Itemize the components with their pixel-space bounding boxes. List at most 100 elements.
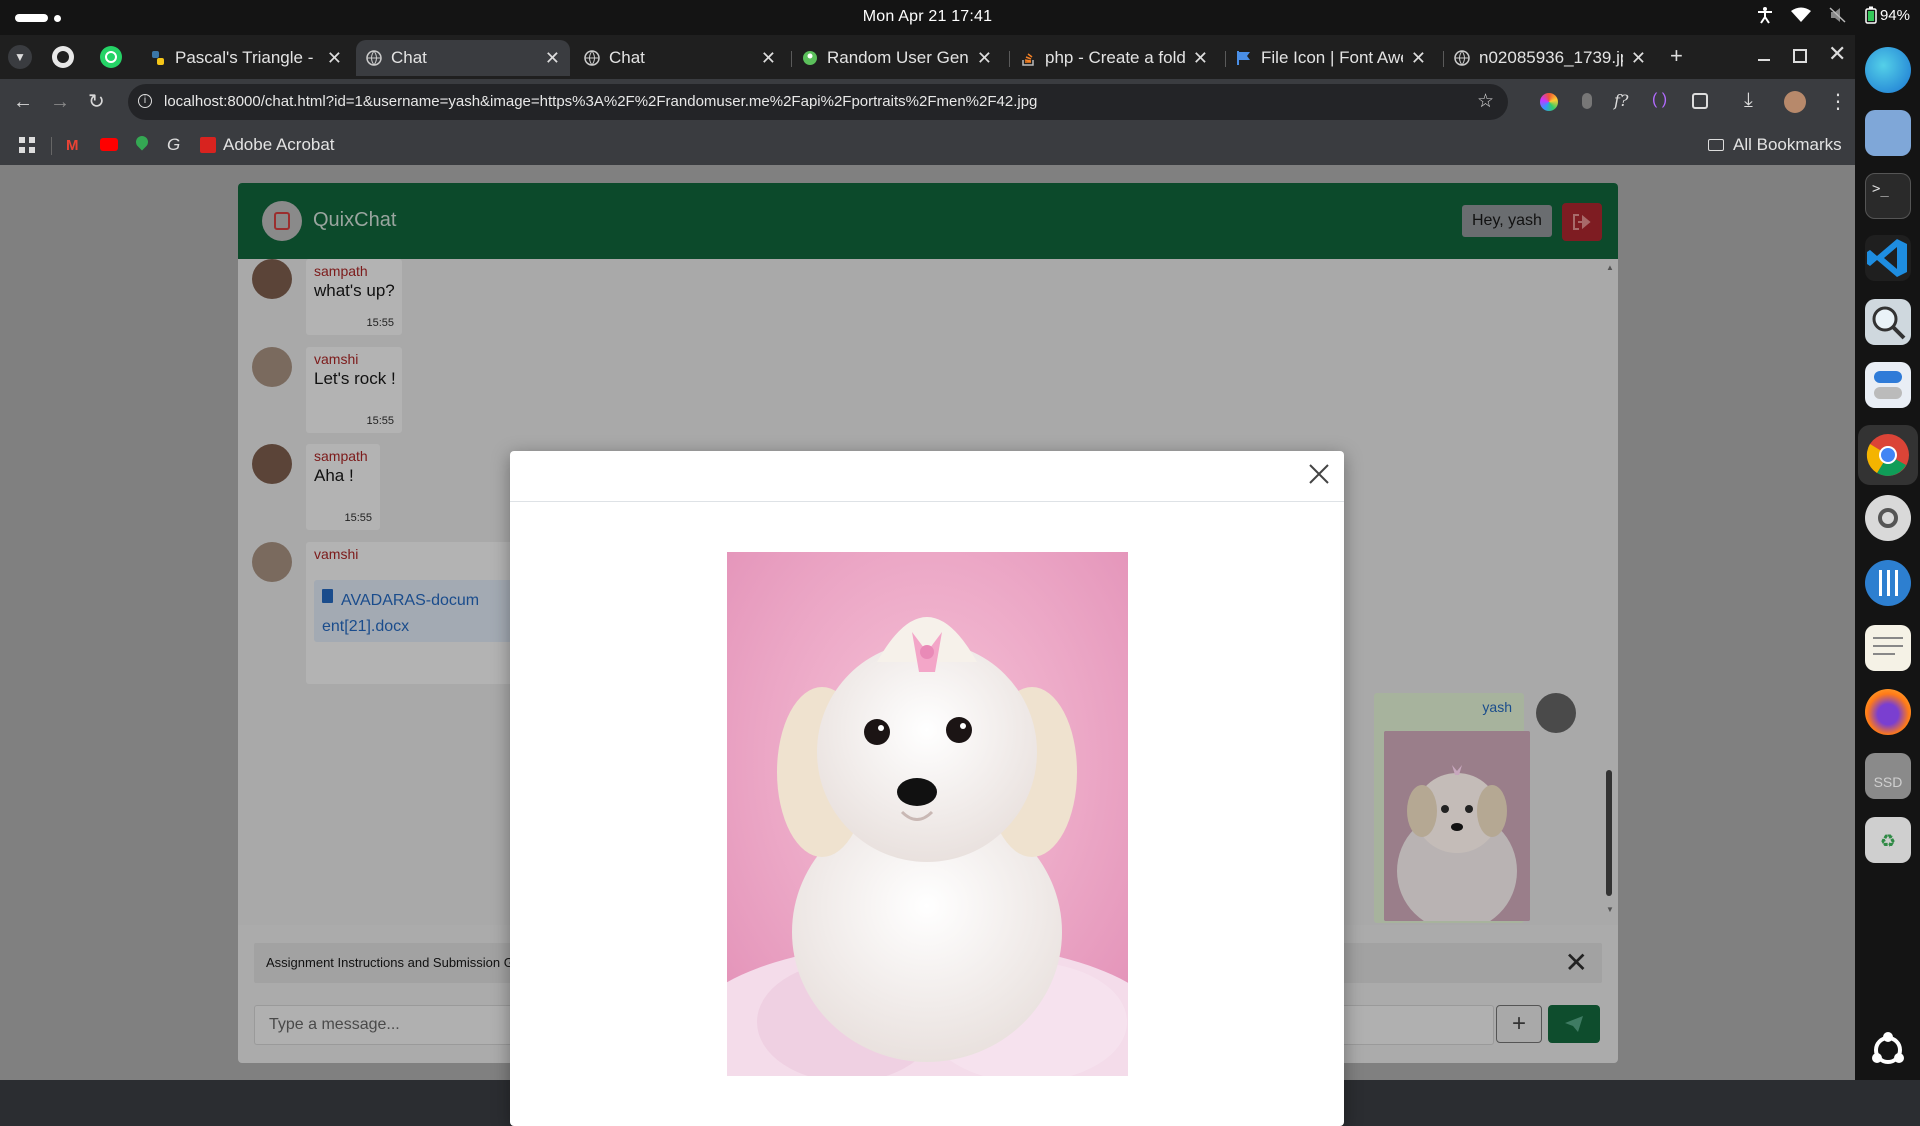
close-icon[interactable]: ✕ — [761, 48, 776, 69]
firefox-icon[interactable] — [1865, 689, 1911, 735]
restore-button[interactable] — [1793, 49, 1807, 63]
forward-button[interactable]: → — [50, 90, 70, 114]
file-attachment-link[interactable]: AVADARAS-document[21].docx — [314, 580, 534, 642]
tab-chat-active[interactable]: Chat ✕ — [356, 40, 570, 76]
send-button[interactable] — [1548, 1005, 1600, 1043]
site-info-icon[interactable]: i — [138, 94, 152, 108]
pinned-tab-whatsapp[interactable] — [100, 46, 122, 68]
own-message-bubble[interactable]: yash — [1374, 693, 1530, 923]
message-bubble[interactable]: sampath what's up? 15:55 — [306, 259, 402, 335]
folder-icon — [1708, 139, 1724, 151]
new-tab-button[interactable]: + — [1670, 43, 1683, 69]
image-thumbnail[interactable] — [1384, 731, 1530, 921]
extensions-puzzle-icon[interactable] — [1692, 93, 1708, 109]
close-icon[interactable]: ✕ — [327, 48, 342, 69]
profile-avatar[interactable] — [1784, 91, 1806, 113]
tab-chat[interactable]: Chat ✕ — [574, 40, 786, 76]
close-window-button[interactable]: ✕ — [1828, 41, 1846, 67]
wifi-icon[interactable] — [1790, 7, 1811, 23]
scroll-up-arrow[interactable]: ▲ — [1606, 263, 1614, 272]
trash-icon[interactable]: ♻ — [1865, 817, 1911, 863]
tab-random-user[interactable]: Random User Gene ✕ — [792, 40, 1002, 76]
extension-drop-icon[interactable] — [1582, 93, 1592, 109]
magnifier-icon[interactable] — [1865, 299, 1911, 345]
avatar — [252, 347, 292, 387]
system-settings-icon[interactable] — [1865, 495, 1911, 541]
volume-muted-icon[interactable] — [1829, 7, 1847, 23]
chrome-icon[interactable] — [1865, 432, 1911, 478]
browser-menu-icon[interactable]: ⋮ — [1828, 89, 1848, 114]
tab-file-icon-font-awesome[interactable]: File Icon | Font Awe ✕ — [1226, 40, 1436, 76]
minimize-button[interactable] — [1758, 59, 1770, 61]
bookmark-star-icon[interactable]: ☆ — [1477, 84, 1494, 120]
maps-icon[interactable] — [133, 133, 151, 151]
close-icon[interactable]: ✕ — [977, 48, 992, 69]
greeting-button[interactable]: Hey, yash — [1462, 205, 1552, 237]
close-icon[interactable]: ✕ — [1193, 48, 1208, 69]
close-icon[interactable]: ✕ — [1411, 48, 1426, 69]
vscode-icon[interactable] — [1865, 235, 1911, 281]
message-bubble[interactable]: vamshi Let's rock ! 15:55 — [306, 347, 402, 433]
all-bookmarks-button[interactable]: All Bookmarks — [1708, 135, 1842, 155]
bookmarks-bar: M G Adobe Acrobat All Bookmarks — [0, 125, 1855, 165]
pinned-tab-github[interactable] — [52, 46, 74, 68]
bookmarks-separator — [51, 137, 52, 155]
chat-header: QuixChat Hey, yash — [238, 183, 1618, 259]
avatar — [252, 259, 292, 299]
ssd-drive-icon[interactable]: SSD — [1865, 753, 1911, 799]
youtube-icon[interactable] — [100, 138, 118, 151]
plus-icon: + — [1670, 43, 1683, 68]
modal-close-button[interactable] — [1308, 463, 1330, 485]
mixer-icon[interactable] — [1865, 560, 1911, 606]
modal-header — [510, 451, 1344, 502]
accessibility-icon[interactable] — [1757, 6, 1773, 24]
message-scrollbar[interactable]: ▲ ▼ — [1606, 263, 1614, 917]
terminal-icon[interactable]: >_ — [1865, 173, 1911, 219]
tab-php-create-folder[interactable]: php - Create a fold ✕ — [1010, 40, 1218, 76]
message-bubble[interactable]: sampath Aha ! 15:55 — [306, 444, 380, 530]
text-editor-icon[interactable] — [1865, 625, 1911, 671]
scroll-down-arrow[interactable]: ▼ — [1606, 905, 1614, 914]
whatsapp-icon — [105, 51, 117, 63]
bookmark-adobe-acrobat[interactable]: Adobe Acrobat — [200, 135, 335, 155]
settings-toggle-icon[interactable] — [1865, 362, 1911, 408]
os-top-bar: Mon Apr 21 17:41 94% — [0, 0, 1920, 35]
battery-indicator[interactable]: 94% — [1865, 6, 1910, 24]
close-icon[interactable]: ✕ — [1631, 48, 1646, 69]
tab-search-button[interactable]: ▼ — [8, 45, 32, 69]
brand-logo — [262, 201, 302, 241]
edge-icon[interactable] — [1865, 47, 1911, 93]
remove-attachment-button[interactable]: ✕ — [1565, 949, 1588, 977]
scrollbar-thumb[interactable] — [1606, 770, 1612, 896]
gmail-icon[interactable]: M — [66, 137, 79, 154]
close-icon[interactable]: ✕ — [545, 48, 560, 69]
tab-pascals-triangle[interactable]: Pascal's Triangle - l ✕ — [140, 40, 352, 76]
avatar — [252, 542, 292, 582]
extension-color-icon[interactable] — [1540, 93, 1558, 111]
logout-button[interactable] — [1562, 203, 1602, 241]
bookmark-app-icon[interactable]: G — [167, 135, 180, 155]
extension-brackets-icon[interactable]: ( ) — [1652, 91, 1667, 109]
tab-dog-image[interactable]: n02085936_1739.jp ✕ — [1444, 40, 1656, 76]
back-button[interactable]: ← — [13, 90, 33, 114]
message-username: sampath — [314, 263, 368, 279]
reload-button[interactable]: ↻ — [88, 90, 105, 114]
adobe-acrobat-icon — [200, 137, 216, 153]
address-bar[interactable]: i localhost:8000/chat.html?id=1&username… — [128, 84, 1508, 120]
message-text: Aha ! — [314, 466, 354, 485]
system-clock[interactable]: Mon Apr 21 17:41 — [0, 8, 1855, 26]
system-tray[interactable]: 94% — [1757, 6, 1910, 24]
show-apps-icon[interactable] — [1865, 1027, 1911, 1073]
download-icon[interactable]: ⤓ — [1744, 89, 1753, 112]
flag-icon — [1237, 51, 1250, 65]
image-preview-modal — [510, 451, 1344, 1126]
apps-grid-icon[interactable] — [19, 137, 35, 153]
extension-fx-icon[interactable]: f? — [1614, 91, 1629, 110]
brand-name: QuixChat — [313, 209, 397, 231]
paper-plane-icon — [1565, 1016, 1583, 1032]
os-dock: >_ SSD ♻ — [1855, 35, 1920, 1080]
url-text: localhost:8000/chat.html?id=1&username=y… — [164, 93, 1038, 110]
attach-file-button[interactable]: + — [1496, 1005, 1542, 1043]
files-icon[interactable] — [1865, 110, 1911, 156]
avatar — [252, 444, 292, 484]
